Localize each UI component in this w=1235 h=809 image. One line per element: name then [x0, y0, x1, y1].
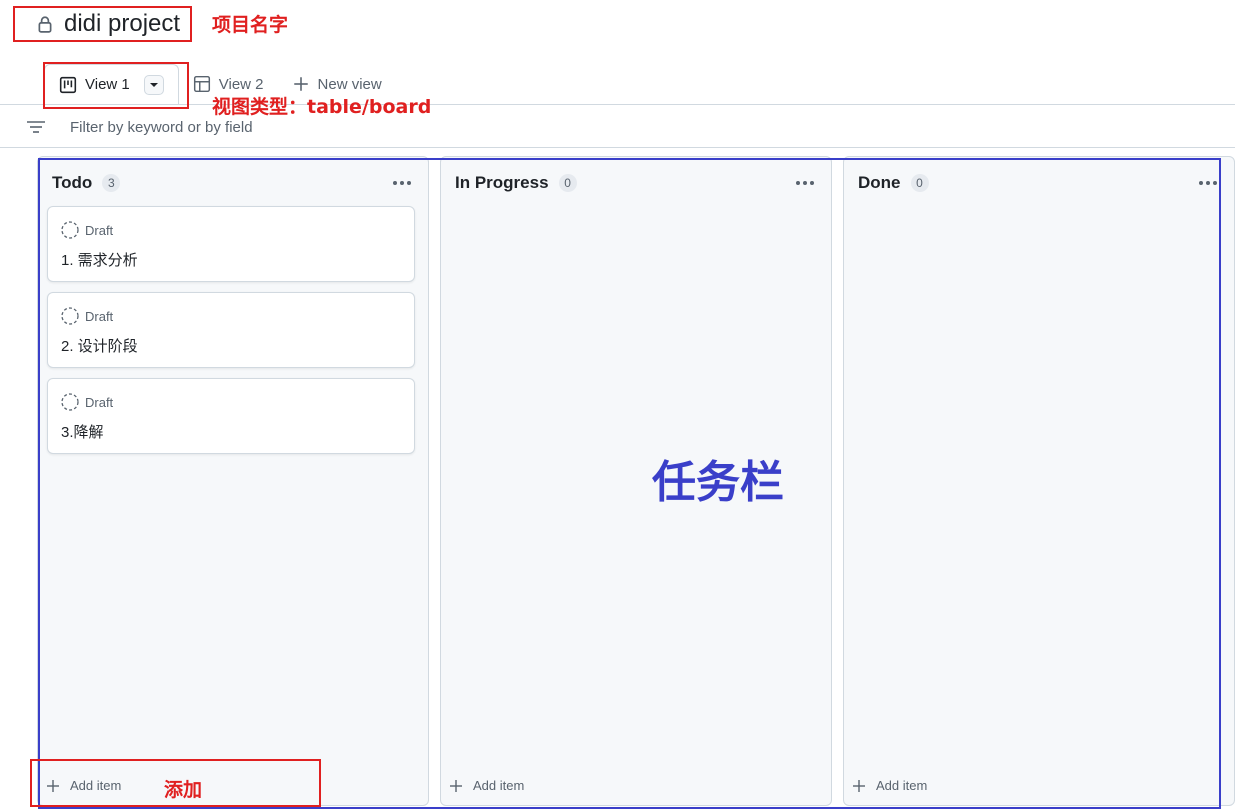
- plus-icon: [293, 77, 308, 91]
- annotation-box-view-type: [43, 62, 189, 109]
- annotation-view-type: 视图类型：table/board: [212, 96, 432, 118]
- filter-bar: [0, 104, 1235, 148]
- annotation-project-name: 项目名字: [212, 14, 289, 36]
- annotation-add: 添加: [164, 779, 203, 801]
- tab-view-2-label: View 2: [218, 75, 264, 93]
- new-view-label: New view: [317, 75, 382, 93]
- table-icon: [193, 75, 210, 93]
- annotation-box-task-columns: [38, 158, 1221, 809]
- filter-icon[interactable]: [26, 119, 46, 135]
- annotation-task-columns: 任务栏: [652, 457, 784, 508]
- annotation-box-project-name: [13, 6, 192, 42]
